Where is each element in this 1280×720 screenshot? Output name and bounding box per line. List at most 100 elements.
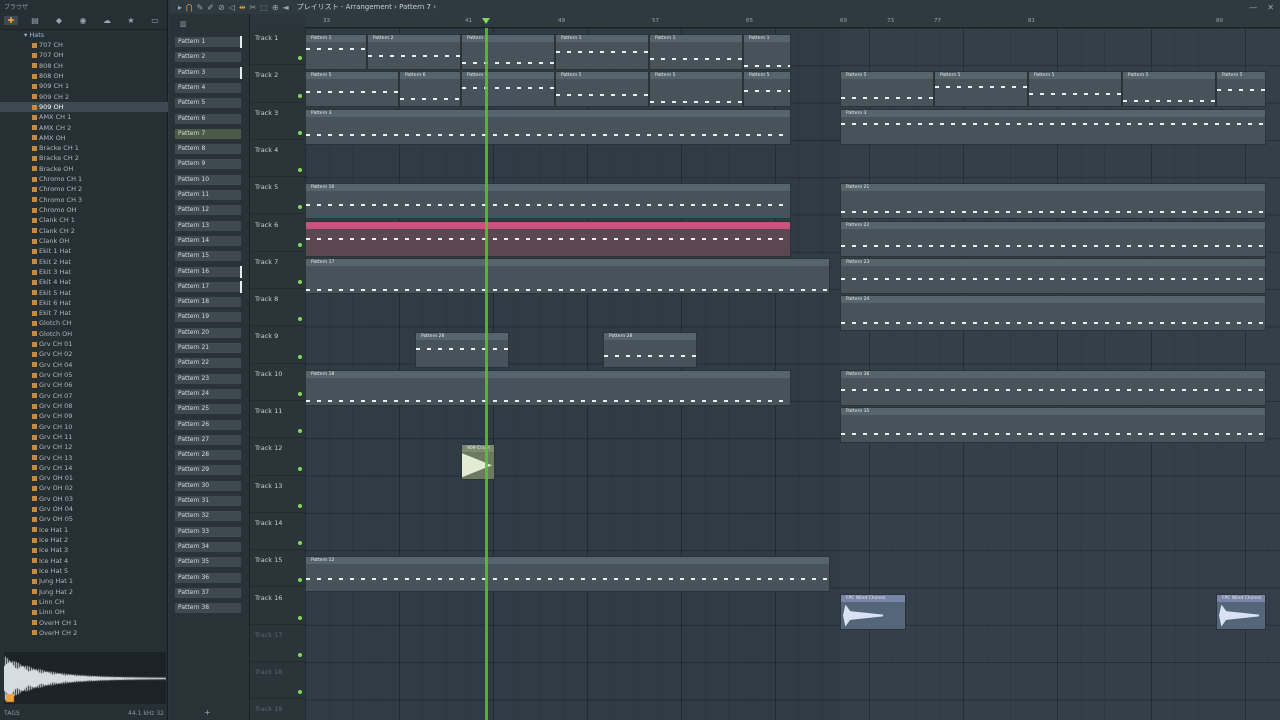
browser-file-item[interactable]: OverH CH 2: [0, 628, 168, 638]
track-active-led[interactable]: [298, 615, 302, 620]
pattern-item[interactable]: Pattern 25: [174, 403, 242, 416]
track-active-led[interactable]: [298, 242, 302, 247]
pattern-item[interactable]: Pattern 20: [174, 326, 242, 339]
browser-file-item[interactable]: Chromo CH 3: [0, 195, 168, 205]
browser-file-item[interactable]: Ice Hat 2: [0, 535, 168, 545]
pattern-item[interactable]: Pattern 8: [174, 143, 242, 156]
playlist-clip[interactable]: Pattern 5: [461, 71, 555, 108]
pattern-item[interactable]: Pattern 30: [174, 479, 242, 492]
pattern-item[interactable]: Pattern 24: [174, 387, 242, 400]
pattern-item[interactable]: Pattern 32: [174, 510, 242, 523]
browser-file-item[interactable]: Grv CH 09: [0, 411, 168, 421]
pattern-item[interactable]: Pattern 2: [174, 51, 242, 64]
playlist-clip[interactable]: Pattern 17: [305, 257, 830, 294]
browser-file-item[interactable]: Grv OH 01: [0, 473, 168, 483]
pattern-item[interactable]: Pattern 33: [174, 525, 242, 538]
playlist-clip[interactable]: Pattern 1: [555, 34, 649, 70]
track-header[interactable]: Track 11: [250, 401, 305, 439]
track-header[interactable]: Track 5: [250, 177, 305, 215]
browser-file-item[interactable]: AMX CH 2: [0, 123, 168, 133]
track-header[interactable]: Track 4: [250, 140, 305, 178]
browser-file-item[interactable]: Ekit 3 Hat: [0, 267, 168, 277]
browser-file-item[interactable]: Jung Hat 1: [0, 576, 168, 586]
plugins-icon[interactable]: ◉: [76, 16, 90, 25]
browser-file-item[interactable]: Grv CH 05: [0, 370, 168, 380]
playlist-clip[interactable]: Pattern 1: [461, 34, 555, 70]
track-active-led[interactable]: [298, 541, 302, 546]
pattern-item[interactable]: Pattern 28: [174, 449, 242, 462]
playlist-clip[interactable]: Pattern 5: [840, 71, 934, 108]
track-header[interactable]: Track 10: [250, 364, 305, 401]
picker-view-icon[interactable]: ▥: [180, 20, 187, 28]
playlist-clip[interactable]: Pattern 24: [840, 295, 1266, 332]
browser-file-item[interactable]: Glotch CH: [0, 318, 168, 328]
browser-file-item[interactable]: Clank CH 2: [0, 226, 168, 236]
browser-file-item[interactable]: Grv OH 05: [0, 514, 168, 524]
pattern-item[interactable]: Pattern 36: [174, 571, 242, 584]
browser-file-item[interactable]: Ice Hat 4: [0, 556, 168, 566]
playlist-grid[interactable]: Pattern 1 Pattern 2 Pattern 1 Pattern 1 Patt…: [305, 28, 1280, 720]
playlist-clip[interactable]: Pattern 28: [415, 332, 509, 369]
pattern-item[interactable]: Pattern 1: [174, 36, 242, 48]
track-header[interactable]: Track 13: [250, 476, 305, 513]
track-active-led[interactable]: [298, 205, 302, 210]
pattern-item[interactable]: Pattern 12: [174, 204, 242, 217]
timeline-ruler[interactable]: 33 41 49 57 65 69 73 77 81 89: [305, 14, 1280, 28]
playlist-clip[interactable]: Pattern 5: [1028, 71, 1122, 108]
track-header[interactable]: Track 16: [250, 588, 305, 625]
pattern-item[interactable]: Pattern 22: [174, 357, 242, 370]
browser-file-item[interactable]: Grv CH 14: [0, 463, 168, 473]
track-active-led[interactable]: [298, 130, 302, 135]
pattern-item[interactable]: Pattern 11: [174, 189, 242, 201]
playlist-clip[interactable]: Pattern 36: [840, 369, 1266, 406]
browser-file-item[interactable]: Ekit 2 Hat: [0, 257, 168, 267]
current-project-icon[interactable]: ▤: [28, 16, 42, 25]
track-header[interactable]: Track 12: [250, 438, 305, 476]
track-header[interactable]: Track 18: [250, 662, 305, 700]
browser-tree[interactable]: ▾ Hats 707 CH 707 OH 808 CH 808 OH 909 CH 19…: [0, 30, 168, 650]
playlist-clip[interactable]: Pattern 12: [305, 556, 830, 593]
playhead-line[interactable]: [485, 28, 488, 720]
playlist-clip[interactable]: FPC Wind Chimes: [840, 593, 906, 630]
track-header[interactable]: Track 15: [250, 550, 305, 588]
browser-file-item[interactable]: Grv CH 12: [0, 442, 168, 452]
track-active-led[interactable]: [298, 466, 302, 471]
playlist-clip[interactable]: Pattern 1: [305, 34, 367, 70]
playlist-clip[interactable]: Pattern 28: [603, 332, 697, 369]
browser-file-item[interactable]: Linn OH: [0, 607, 168, 617]
playlist-clip[interactable]: Pattern 3: [305, 108, 791, 145]
track-header[interactable]: Track 7: [250, 252, 305, 290]
pattern-item[interactable]: Pattern 4: [174, 81, 242, 94]
playlist-clip[interactable]: [305, 220, 791, 257]
pattern-item[interactable]: Pattern 14: [174, 234, 242, 247]
track-header[interactable]: Track 8: [250, 289, 305, 327]
playlist-clip[interactable]: Pattern 22: [840, 220, 1266, 257]
favorites-icon[interactable]: ★: [124, 16, 138, 25]
browser-file-item[interactable]: Grv CH 08: [0, 401, 168, 411]
pattern-item[interactable]: Pattern 3: [174, 66, 242, 79]
browser-file-item[interactable]: Clank OH: [0, 236, 168, 246]
playlist-clip[interactable]: Pattern 23: [840, 257, 1266, 294]
select-icon[interactable]: ⬚: [260, 3, 268, 12]
browser-file-item[interactable]: Ekit 5 Hat: [0, 288, 168, 298]
playlist-clip[interactable]: Pattern 1: [743, 34, 791, 70]
track-header[interactable]: Track 9: [250, 326, 305, 364]
browser-file-item[interactable]: Clank CH 1: [0, 215, 168, 225]
browser-file-item[interactable]: Ice Hat 1: [0, 525, 168, 535]
pattern-item[interactable]: Pattern 31: [174, 495, 242, 507]
track-active-led[interactable]: [298, 56, 302, 61]
browser-file-item[interactable]: Ekit 4 Hat: [0, 277, 168, 287]
track-header[interactable]: Track 1: [250, 28, 305, 66]
all-files-icon[interactable]: ✚: [4, 16, 18, 25]
browser-file-item[interactable]: Grv OH 04: [0, 504, 168, 514]
browser-file-item[interactable]: 909 CH 2: [0, 92, 168, 102]
pattern-item[interactable]: Pattern 5: [174, 97, 242, 110]
playlist-clip[interactable]: Pattern 5: [743, 71, 791, 108]
browser-file-item[interactable]: Grv CH 01: [0, 339, 168, 349]
track-active-led[interactable]: [298, 317, 302, 322]
track-header[interactable]: Track 17: [250, 625, 305, 663]
browser-file-item[interactable]: AMX CH 1: [0, 112, 168, 122]
browser-file-item[interactable]: Bracke CH 2: [0, 153, 168, 163]
browser-file-item[interactable]: Chromo OH: [0, 205, 168, 215]
track-active-led[interactable]: [298, 429, 302, 434]
